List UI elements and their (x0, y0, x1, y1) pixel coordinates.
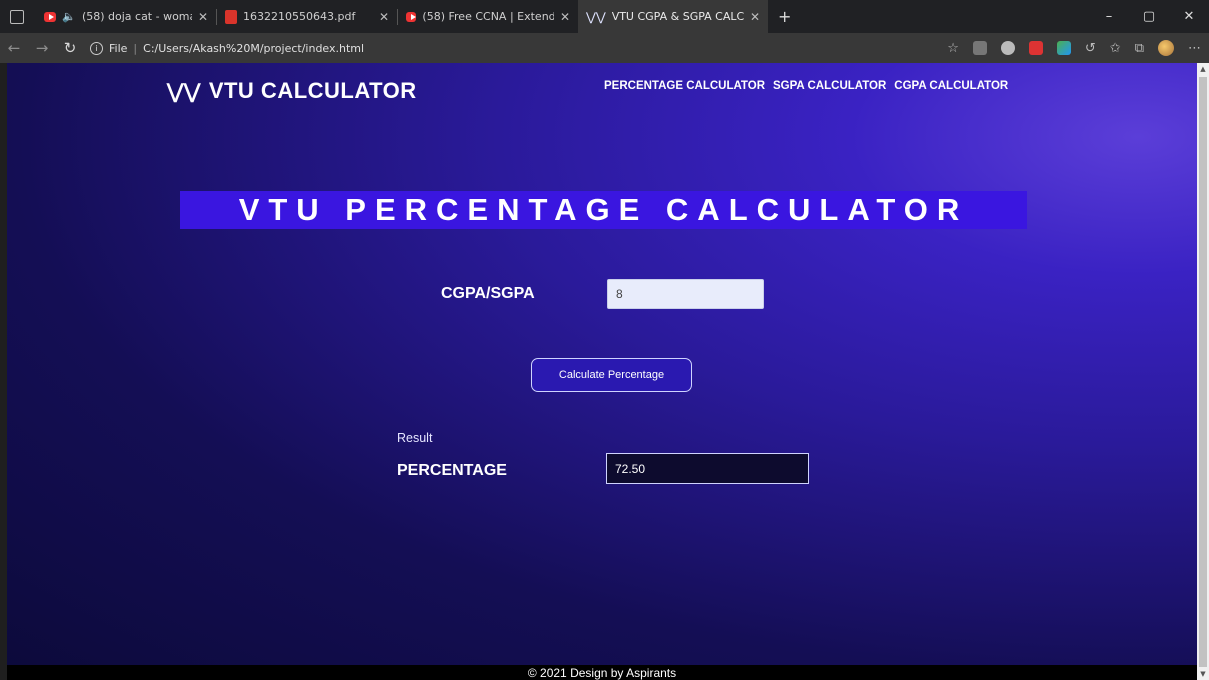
url-field[interactable]: i File | C:/Users/Akash%20M/project/inde… (90, 41, 364, 55)
percentage-output (606, 453, 809, 484)
logo-text: VTU CALCULATOR (208, 78, 417, 103)
scheme-label: File (109, 41, 128, 55)
top-navigation: PERCENTAGE CALCULATOR SGPA CALCULATOR CG… (604, 80, 1008, 92)
extension-icon[interactable] (1028, 41, 1043, 55)
tab-title: 1632210550643.pdf (243, 10, 356, 23)
vtu-logo-icon: ⋁⋁ (167, 80, 201, 103)
pdf-icon (225, 9, 237, 24)
collections-icon[interactable]: ⧉ (1135, 41, 1144, 56)
reload-icon[interactable]: ↻ (56, 39, 84, 57)
vtu-logo-icon: ⋁⋁ (586, 9, 606, 24)
extension-icon[interactable] (972, 41, 987, 55)
window-controls: – ▢ ✕ (1089, 0, 1209, 33)
extension-icon[interactable] (1000, 41, 1015, 55)
new-tab-button[interactable]: + (778, 7, 791, 26)
youtube-icon (44, 11, 57, 22)
refresh-extension-icon[interactable]: ↺ (1085, 41, 1096, 56)
close-window-button[interactable]: ✕ (1169, 0, 1209, 33)
back-arrow-icon[interactable]: ← (0, 39, 28, 57)
tab-youtube-ccna[interactable]: (58) Free CCNA | Extended Acce ✕ (398, 0, 578, 33)
tab-youtube-music[interactable]: 🔈 (58) doja cat - woman ( slo ✕ (36, 0, 216, 33)
cgpa-sgpa-label: CGPA/SGPA (441, 285, 535, 302)
nav-cgpa-calculator[interactable]: CGPA CALCULATOR (894, 80, 1008, 92)
url-text[interactable]: C:/Users/Akash%20M/project/index.html (143, 42, 364, 55)
browser-tab-bar: 🔈 (58) doja cat - woman ( slo ✕ 16322105… (0, 0, 1209, 33)
tab-title: (58) Free CCNA | Extended Acce (422, 10, 554, 23)
result-label: Result (397, 431, 433, 445)
scroll-down-icon[interactable]: ▼ (1199, 670, 1207, 678)
add-favorite-icon[interactable]: ☆ (947, 41, 959, 56)
close-icon[interactable]: ✕ (379, 10, 389, 24)
info-icon[interactable]: i (90, 41, 103, 55)
page-content: ⋁⋁ VTU CALCULATOR PERCENTAGE CALCULATOR … (7, 63, 1197, 680)
title-banner: VTU PERCENTAGE CALCULATOR (180, 191, 1027, 229)
address-bar: ← → ↻ i File | C:/Users/Akash%20M/projec… (0, 33, 1209, 63)
browser-toolbar: ☆ ↺ ✩ ⧉ ⋯ (947, 33, 1201, 63)
nav-percentage-calculator[interactable]: PERCENTAGE CALCULATOR (604, 80, 765, 92)
cgpa-sgpa-input[interactable] (607, 279, 764, 309)
tab-vtu-calculator[interactable]: ⋁⋁ VTU CGPA & SGPA CALCULATOR ✕ (578, 0, 768, 33)
page-title: VTU PERCENTAGE CALCULATOR (238, 192, 969, 227)
favorites-icon[interactable]: ✩ (1110, 41, 1121, 56)
tab-title: (58) doja cat - woman ( slo (81, 10, 192, 23)
percentage-label: PERCENTAGE (397, 462, 507, 479)
tab-title: VTU CGPA & SGPA CALCULATOR (611, 10, 744, 23)
youtube-icon (406, 11, 417, 22)
close-icon[interactable]: ✕ (198, 10, 208, 24)
close-icon[interactable]: ✕ (750, 10, 760, 24)
maximize-button[interactable]: ▢ (1129, 0, 1169, 33)
scroll-up-icon[interactable]: ▲ (1199, 65, 1207, 73)
profile-avatar[interactable] (1158, 40, 1174, 56)
more-options-icon[interactable]: ⋯ (1188, 41, 1201, 56)
audio-icon[interactable]: 🔈 (62, 10, 76, 23)
calculate-percentage-button[interactable]: Calculate Percentage (531, 358, 692, 392)
minimize-button[interactable]: – (1089, 0, 1129, 33)
extension-icon[interactable] (1056, 41, 1071, 55)
scrollbar-thumb[interactable] (1199, 77, 1207, 667)
url-separator: | (133, 41, 138, 55)
page-scrollbar[interactable]: ▲ ▼ (1197, 63, 1209, 680)
forward-arrow-icon[interactable]: → (28, 39, 56, 57)
close-icon[interactable]: ✕ (560, 10, 570, 24)
nav-sgpa-calculator[interactable]: SGPA CALCULATOR (773, 80, 886, 92)
tab-pdf[interactable]: 1632210550643.pdf ✕ (217, 0, 397, 33)
site-logo[interactable]: ⋁⋁ VTU CALCULATOR (167, 78, 417, 104)
tab-actions-icon[interactable] (10, 9, 24, 24)
page-footer: © 2021 Design by Aspirants (7, 665, 1197, 680)
